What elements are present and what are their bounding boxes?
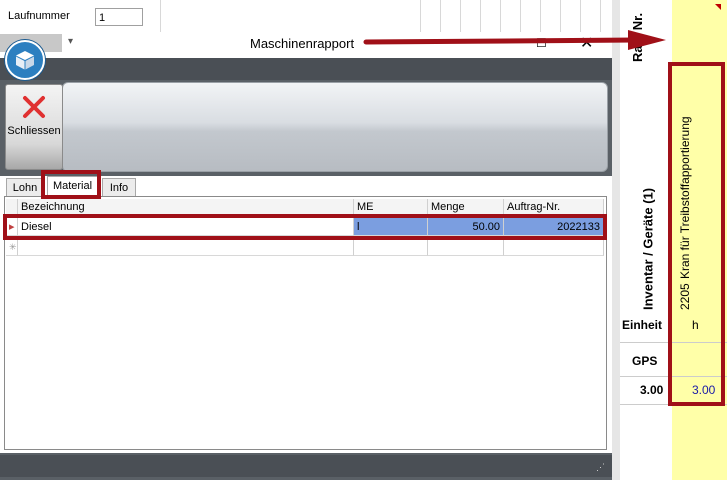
grid-divider bbox=[440, 0, 441, 34]
grid-divider bbox=[560, 0, 561, 34]
einheit-label: Einheit bbox=[622, 318, 663, 332]
grid-divider bbox=[500, 0, 501, 34]
quick-access-dropdown-icon[interactable]: ▾ bbox=[68, 36, 73, 47]
new-row-cell[interactable] bbox=[504, 238, 604, 256]
column-header-menge[interactable]: Menge bbox=[428, 199, 504, 215]
column-header-me[interactable]: ME bbox=[354, 199, 428, 215]
resize-grip-icon[interactable]: ⋰ bbox=[596, 462, 605, 473]
grid-divider bbox=[580, 0, 581, 34]
gps-label: GPS bbox=[632, 354, 658, 368]
grid-divider bbox=[480, 0, 481, 34]
sheet-splitter[interactable] bbox=[612, 0, 620, 480]
laufnummer-input[interactable]: 1 bbox=[95, 8, 143, 26]
grid-divider bbox=[540, 0, 541, 34]
grid-divider bbox=[520, 0, 521, 34]
new-row-cell[interactable] bbox=[354, 238, 428, 256]
grid-divider bbox=[600, 0, 601, 34]
annotation-arrow-icon bbox=[363, 30, 666, 50]
tab-info[interactable]: Info bbox=[102, 178, 136, 196]
grid-divider bbox=[160, 0, 161, 34]
grid-divider bbox=[420, 0, 421, 34]
ribbon-group bbox=[62, 82, 608, 172]
laufnummer-label: Laufnummer bbox=[8, 10, 70, 22]
new-row-icon[interactable]: ✳ bbox=[6, 238, 18, 256]
red-x-icon bbox=[23, 96, 45, 118]
window-title: Maschinenrapport bbox=[250, 36, 355, 51]
annotation-box-material-tab bbox=[41, 170, 101, 199]
annotation-box-equipment-column bbox=[668, 62, 725, 406]
new-row-cell[interactable] bbox=[428, 238, 504, 256]
annotation-box-diesel-row bbox=[3, 214, 607, 240]
column-header-bezeichnung[interactable]: Bezeichnung bbox=[18, 199, 354, 215]
status-bar-inner bbox=[0, 455, 612, 477]
schliessen-button[interactable]: Schliessen bbox=[5, 84, 63, 170]
grid-divider bbox=[460, 0, 461, 34]
schliessen-label: Schliessen bbox=[7, 125, 61, 137]
inventar-header: Inventar / Geräte (1) bbox=[640, 187, 656, 310]
new-row-cell[interactable] bbox=[18, 238, 354, 256]
row-header-corner bbox=[6, 199, 18, 215]
column-header-auftrag-nr[interactable]: Auftrag-Nr. bbox=[504, 199, 604, 215]
comment-marker-icon bbox=[715, 4, 721, 10]
ribbon-tab-strip bbox=[0, 58, 612, 80]
total-hours-value: 3.00 bbox=[640, 383, 664, 397]
tab-lohn[interactable]: Lohn bbox=[6, 178, 44, 196]
cube-icon[interactable] bbox=[5, 40, 45, 80]
